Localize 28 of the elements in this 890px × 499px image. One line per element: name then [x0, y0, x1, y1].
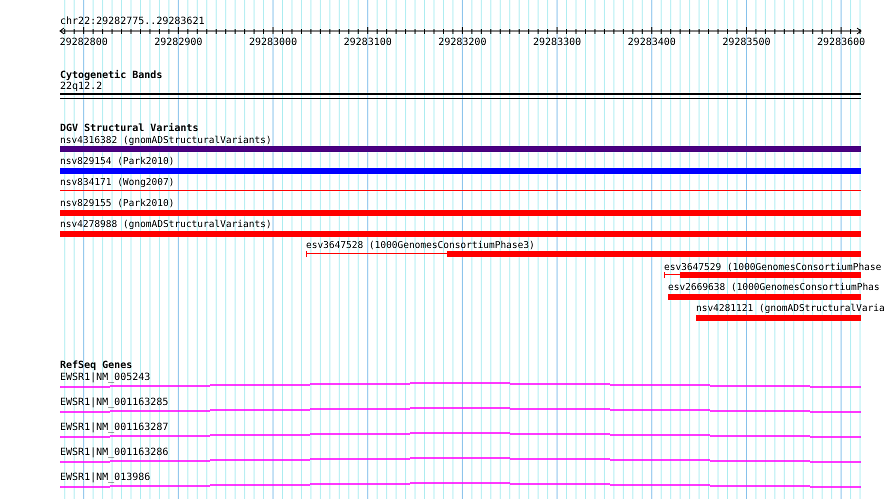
gene-label: EWSR1|NM_013986 [60, 472, 150, 483]
variant-label: esv2669638 (1000GenomesConsortiumPhas [668, 282, 880, 293]
track-title: Cytogenetic Bands [60, 70, 162, 81]
tick-label: 29283600 [817, 37, 866, 48]
variant-label: nsv834171 (Wong2007) [60, 177, 174, 188]
tick-label: 29282800 [60, 37, 108, 48]
track-title: DGV Structural Variants [60, 123, 198, 134]
region-label: chr22:29282775..29283621 [60, 16, 204, 27]
tick-label: 29283000 [248, 37, 298, 48]
variant-label: esv3647528 (1000GenomesConsortiumPhase3) [306, 240, 535, 251]
tick-label: 29282900 [154, 37, 202, 48]
gene-label: EWSR1|NM_001163285 [60, 397, 168, 408]
tick-label: 29283500 [722, 37, 771, 48]
tick-label: 29283400 [628, 37, 676, 48]
variant-label: nsv4281121 (gnomADStructuralVaria [696, 303, 885, 314]
band-label: 22q12.2 [60, 81, 102, 92]
tick-label: 29283200 [438, 37, 486, 48]
variant-label: nsv829154 (Park2010) [60, 156, 174, 167]
tick-label: 29283300 [533, 37, 582, 48]
variant-label: esv3647529 (1000GenomesConsortiumPhase [664, 262, 882, 273]
gene-label: EWSR1|NM_005243 [60, 372, 150, 383]
gene-label: EWSR1|NM_001163286 [60, 447, 168, 458]
track-title: RefSeq Genes [60, 360, 132, 371]
variant-label: nsv4278988 (gnomADStructuralVariants) [60, 219, 272, 230]
gene-label: EWSR1|NM_001163287 [60, 422, 168, 433]
tick-label: 29283100 [344, 37, 392, 48]
variant-label: nsv829155 (Park2010) [60, 198, 174, 209]
variant-label: nsv4316382 (gnomADStructuralVariants) [60, 135, 272, 146]
